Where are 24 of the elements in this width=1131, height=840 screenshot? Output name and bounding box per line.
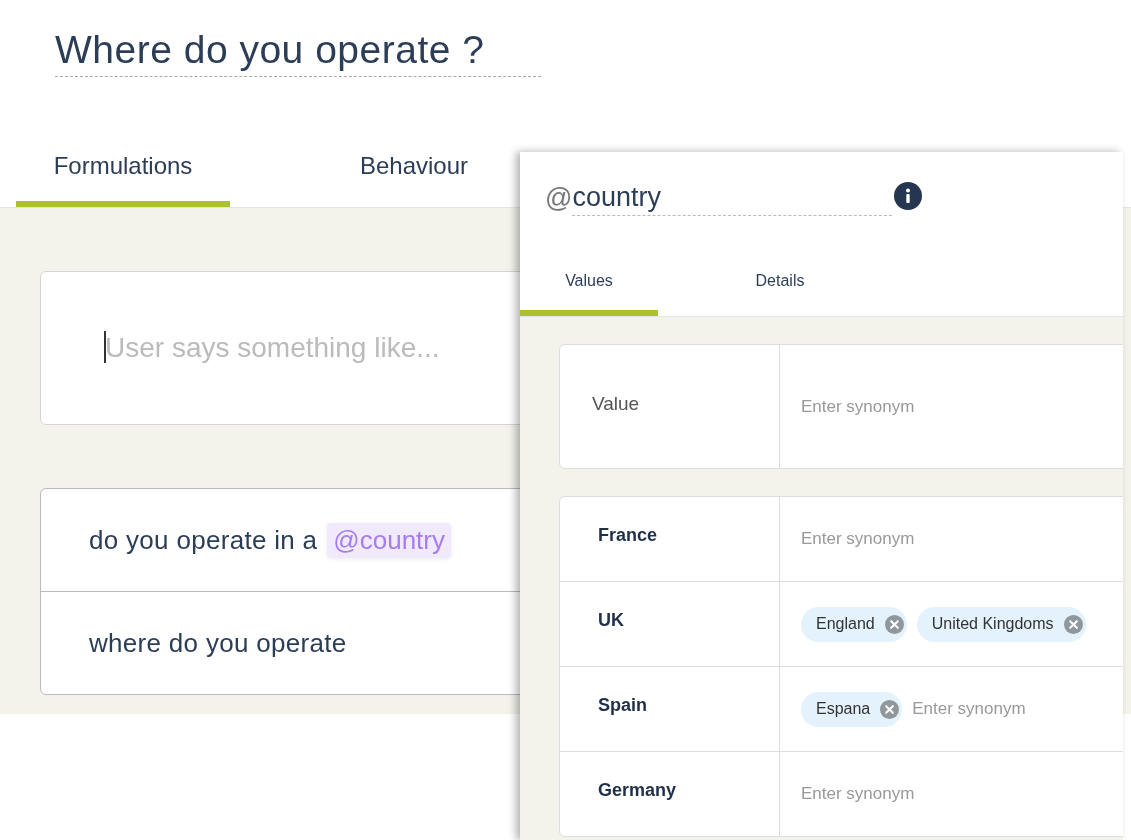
text-cursor <box>104 331 106 363</box>
synonym-chip[interactable]: Espana <box>801 691 903 727</box>
value-name[interactable]: Spain <box>598 694 647 716</box>
synonym-input[interactable]: Enter synonym <box>801 529 961 549</box>
formulation-text: do you operate in a <box>89 524 318 556</box>
tab[interactable]: Details <box>711 245 849 316</box>
value-name[interactable]: Germany <box>598 779 677 801</box>
synonym-input[interactable]: Enter synonym <box>801 784 961 804</box>
tab[interactable]: Behaviour <box>324 124 504 207</box>
value-name[interactable]: France <box>598 524 658 546</box>
synonym-chip[interactable]: United Kingdoms <box>916 606 1086 642</box>
column-label: Value <box>592 392 640 415</box>
synonym-chip[interactable]: England <box>801 606 907 642</box>
synonym-input[interactable]: Enter synonym <box>801 396 961 417</box>
intent-title[interactable]: Where do you operate ? <box>55 28 541 77</box>
entity-name[interactable]: country <box>572 181 893 216</box>
remove-icon[interactable] <box>884 614 904 634</box>
remove-icon[interactable] <box>1063 614 1083 634</box>
info-icon[interactable] <box>894 181 923 210</box>
entity-prefix: @ <box>545 183 573 214</box>
value-name[interactable]: UK <box>598 609 624 631</box>
formulation-text: where do you operate <box>89 627 347 659</box>
synonym-input[interactable]: Enter synonym <box>912 699 1073 719</box>
remove-icon[interactable] <box>880 699 900 719</box>
